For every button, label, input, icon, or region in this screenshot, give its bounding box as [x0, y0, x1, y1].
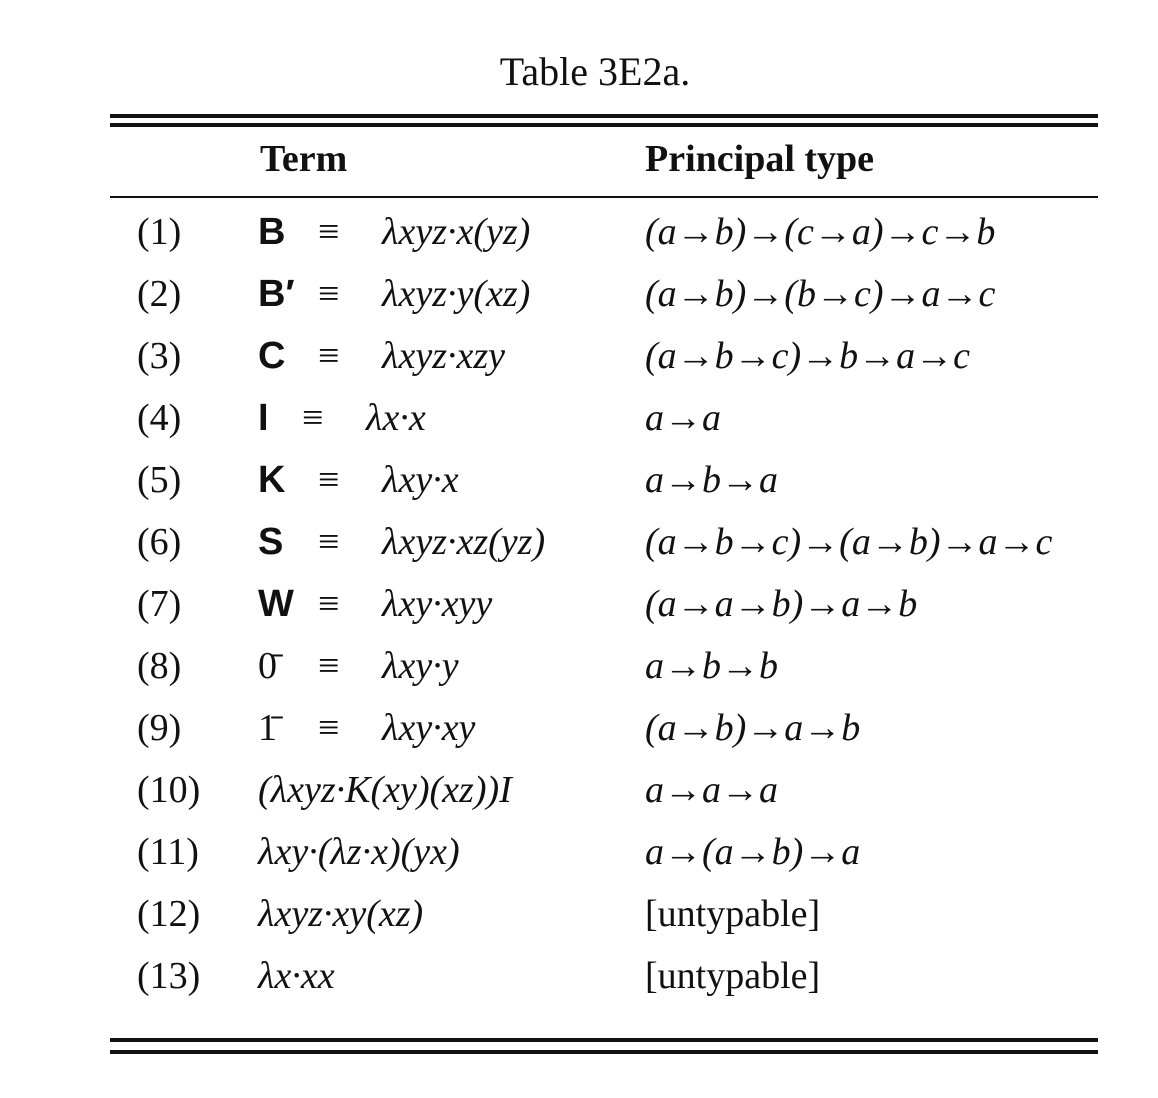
term-column-header: Term: [260, 138, 348, 180]
table-row: (9) 1̄ ≡ λxy·xy (a→b)→a→b: [0, 704, 1158, 766]
lambda-term: (λxyz·K(xy)(xz))I: [258, 769, 512, 811]
table-row: (4) I ≡ λx·x a→a: [0, 394, 1158, 456]
table-row: (7) W ≡ λxy·xyy (a→a→b)→a→b: [0, 580, 1158, 642]
row-number: (8): [137, 645, 182, 687]
combinator-name: B: [258, 211, 286, 253]
table-row: (13) λx·xx [untypable]: [0, 952, 1158, 1014]
principal-type: a→a→a: [645, 769, 778, 811]
equiv-sign: ≡: [318, 459, 340, 501]
lambda-term: λxy·x: [382, 459, 459, 501]
row-number: (10): [137, 769, 201, 811]
principal-type: (a→b)→(b→c)→a→c: [645, 273, 996, 315]
lambda-term: λxy·y: [382, 645, 459, 687]
principal-type: (a→b→c)→b→a→c: [645, 335, 971, 377]
church-numeral-name: 0̄: [258, 645, 277, 687]
church-numeral-name: 1̄: [258, 707, 277, 749]
row-number: (9): [137, 707, 182, 749]
top-double-rule-lower: [110, 123, 1098, 127]
lambda-term: λx·x: [366, 397, 426, 439]
equiv-sign: ≡: [318, 707, 340, 749]
row-number: (1): [137, 211, 182, 253]
combinator-name: I: [258, 397, 269, 439]
term-cell: B ≡ λxyz·x(yz): [258, 208, 530, 256]
row-number: (3): [137, 335, 182, 377]
header-rule: [110, 196, 1098, 198]
row-number: (11): [137, 831, 199, 873]
term-cell: W ≡ λxy·xyy: [258, 580, 492, 628]
table-row: (8) 0̄ ≡ λxy·y a→b→b: [0, 642, 1158, 704]
principal-type: a→a: [645, 397, 721, 439]
principal-type: [untypable]: [645, 955, 821, 997]
table-row: (11) λxy·(λz·x)(yx) a→(a→b)→a: [0, 828, 1158, 890]
lambda-term: λxyz·x(yz): [382, 211, 531, 253]
lambda-term: λxyz·xzy: [382, 335, 505, 377]
equiv-sign: ≡: [318, 211, 340, 253]
combinator-name: K: [258, 459, 286, 501]
combinator-name: B′: [258, 273, 295, 315]
table-row: (3) C ≡ λxyz·xzy (a→b→c)→b→a→c: [0, 332, 1158, 394]
principal-type: a→b→a: [645, 459, 778, 501]
table-caption: Table 3E2a.: [499, 49, 691, 94]
lambda-term: λxyz·xy(xz): [258, 893, 424, 935]
combinator-name: C: [258, 335, 286, 377]
table-row: (2) B′ ≡ λxyz·y(xz) (a→b)→(b→c)→a→c: [0, 270, 1158, 332]
equiv-sign: ≡: [302, 397, 324, 439]
equiv-sign: ≡: [318, 335, 340, 377]
equiv-sign: ≡: [318, 521, 340, 563]
principal-type: a→(a→b)→a: [645, 831, 861, 873]
principal-type: (a→b)→(c→a)→c→b: [645, 211, 996, 253]
lambda-term: λx·xx: [258, 955, 335, 997]
table-row: (5) K ≡ λxy·x a→b→a: [0, 456, 1158, 518]
table-row: (10) (λxyz·K(xy)(xz))I a→a→a: [0, 766, 1158, 828]
term-cell: 1̄ ≡ λxy·xy: [258, 704, 475, 752]
row-number: (5): [137, 459, 182, 501]
equiv-sign: ≡: [318, 645, 340, 687]
combinator-name: W: [258, 583, 294, 625]
lambda-term: λxyz·y(xz): [382, 273, 531, 315]
term-cell: S ≡ λxyz·xz(yz): [258, 518, 545, 566]
term-cell: C ≡ λxyz·xzy: [258, 332, 505, 380]
table-row: (1) B ≡ λxyz·x(yz) (a→b)→(c→a)→c→b: [0, 208, 1158, 270]
row-number: (12): [137, 893, 201, 935]
principal-type: a→b→b: [645, 645, 778, 687]
row-number: (6): [137, 521, 182, 563]
principal-type: (a→b)→a→b: [645, 707, 861, 749]
principal-type: (a→a→b)→a→b: [645, 583, 918, 625]
principal-type: (a→b→c)→(a→b)→a→c: [645, 521, 1053, 563]
row-number: (13): [137, 955, 201, 997]
lambda-term: λxy·(λz·x)(yx): [258, 831, 460, 873]
term-cell: 0̄ ≡ λxy·y: [258, 642, 459, 690]
principal-type-column-header: Principal type: [645, 138, 875, 180]
term-cell: B′ ≡ λxyz·y(xz): [258, 270, 530, 318]
table-row: (12) λxyz·xy(xz) [untypable]: [0, 890, 1158, 952]
combinator-name: S: [258, 521, 284, 563]
top-double-rule-upper: [110, 114, 1098, 118]
equiv-sign: ≡: [318, 583, 340, 625]
term-cell: K ≡ λxy·x: [258, 456, 459, 504]
bottom-double-rule-lower: [110, 1050, 1098, 1054]
row-number: (7): [137, 583, 182, 625]
bottom-double-rule-upper: [110, 1038, 1098, 1042]
table-row: (6) S ≡ λxyz·xz(yz) (a→b→c)→(a→b)→a→c: [0, 518, 1158, 580]
row-number: (4): [137, 397, 182, 439]
lambda-term: λxy·xyy: [382, 583, 493, 625]
row-number: (2): [137, 273, 182, 315]
principal-type: [untypable]: [645, 893, 821, 935]
lambda-term: λxy·xy: [382, 707, 476, 749]
term-cell: I ≡ λx·x: [258, 394, 426, 442]
equiv-sign: ≡: [318, 273, 340, 315]
lambda-term: λxyz·xz(yz): [382, 521, 546, 563]
